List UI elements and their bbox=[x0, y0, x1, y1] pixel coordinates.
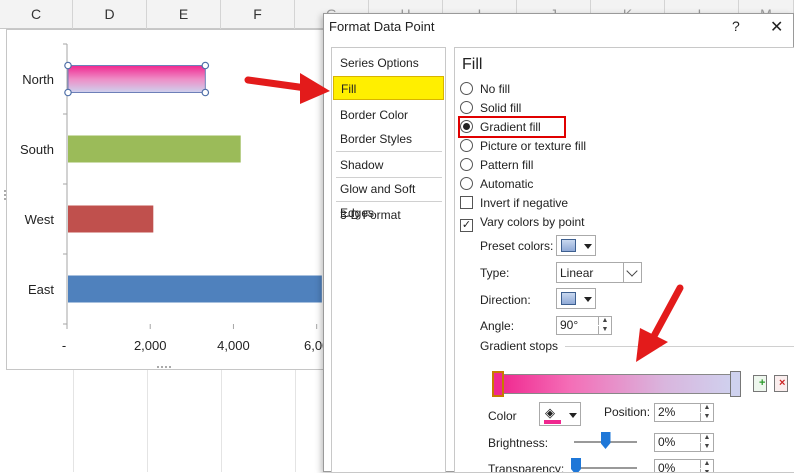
arrow-to-gradient-bar bbox=[636, 284, 684, 362]
arrow-to-fill-category bbox=[244, 73, 330, 104]
annotation-arrows bbox=[244, 73, 684, 362]
